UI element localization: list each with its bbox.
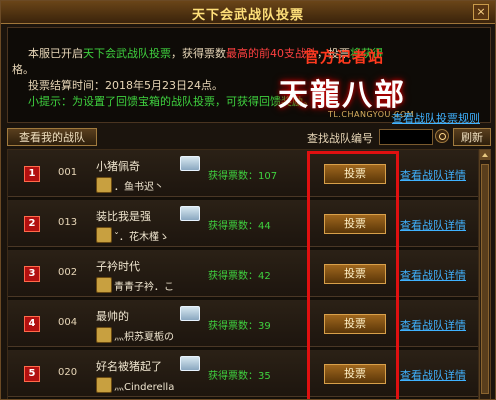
team-row: 2 013 装比我是强 ˇ．花木槿ゝ 获得票数：44 投票 查看战队详情 [8,200,478,247]
team-row: 3 002 子衿时代 青青子衿．こ 获得票数：42 投票 查看战队详情 [8,250,478,297]
vote-column-highlight [307,151,399,399]
team-number: 004 [58,317,78,328]
team-leader: ˇ．花木槿ゝ [114,232,169,243]
team-name: 最帅的 [96,310,129,323]
team-name: 小猪佩奇 [96,160,140,173]
settlement-time: 投票结算时间：2018年5月23日24点。 [28,79,223,92]
team-row: 4 004 最帅的 灬枳苏夏栀の 获得票数：39 投票 查看战队详情 [8,300,478,347]
vote-count: 获得票数：44 [208,221,271,232]
team-number: 001 [58,167,78,178]
view-my-team-button[interactable]: 查看我的战队 [7,128,97,146]
vote-window: 天下会武战队投票 × 本服已开启天下会武战队投票，获得票数最高的前40支战队，投… [0,0,496,400]
vote-count: 获得票数：35 [208,371,271,382]
team-detail-link[interactable]: 查看战队详情 [400,367,466,383]
rank-badge: 2 [24,216,40,232]
vote-count: 获得票数：42 [208,271,271,282]
announcement-event-name: 天下会武战队投票 [83,47,171,60]
rank-badge: 4 [24,316,40,332]
rank-badge: 1 [24,166,40,182]
team-leader: 青青子衿．こ [114,282,174,293]
leader-avatar-icon [96,177,112,193]
reward-chest-icon[interactable] [180,356,200,371]
team-number: 020 [58,367,78,378]
team-detail-link[interactable]: 查看战队详情 [400,267,466,283]
scrollbar[interactable] [479,149,491,399]
reward-chest-icon[interactable] [180,206,200,221]
toolbar: 查看我的战队 查找战队编号 刷新 [7,127,491,147]
rank-badge: 5 [24,366,40,382]
team-number: 013 [58,217,78,228]
find-team-label: 查找战队编号 [307,132,373,145]
team-number-input[interactable] [379,129,433,145]
team-detail-link[interactable]: 查看战队详情 [400,167,466,183]
team-leader: 灬枳苏夏栀の [114,332,174,343]
leader-avatar-icon [96,327,112,343]
close-button[interactable]: × [473,4,489,20]
announcement-line-tail: 格。 [12,63,34,76]
vote-rules-link[interactable]: 查看战队投票规则 [392,110,480,126]
window-title: 天下会武战队投票 [191,8,304,23]
search-icon[interactable] [435,129,449,143]
vote-count: 获得票数：107 [208,171,278,182]
reward-chest-icon[interactable] [180,156,200,171]
logo-title: 天龍八部 [278,78,406,113]
team-detail-link[interactable]: 查看战队详情 [400,217,466,233]
tip-text: 小提示：为设置了回馈宝箱的战队投票，可获得回馈奖励。 [28,95,314,108]
logo-stamp: 官方记者站 [304,48,385,66]
title-bar[interactable]: 天下会武战队投票 × [1,1,495,24]
leader-avatar-icon [96,277,112,293]
team-number: 002 [58,267,78,278]
announcement-text-c: ，获得票数 [171,47,226,60]
rank-badge: 3 [24,266,40,282]
scroll-up-arrow-icon[interactable] [480,150,490,160]
team-name: 好名被猪起了 [96,360,162,373]
leader-avatar-icon [96,227,112,243]
team-list: 1 001 小猪佩奇 ．鱼书迟丶 获得票数：107 投票 查看战队详情 2 01… [7,149,479,399]
team-name: 子衿时代 [96,260,140,273]
team-detail-link[interactable]: 查看战队详情 [400,317,466,333]
team-leader: 灬Cinderella [114,382,175,393]
team-leader: ．鱼书迟丶 [114,182,164,193]
info-panel: 本服已开启天下会武战队投票，获得票数最高的前40支战队，投票将获得 格。 投票结… [7,27,491,126]
refresh-button[interactable]: 刷新 [453,128,491,146]
vote-count: 获得票数：39 [208,321,271,332]
scroll-thumb[interactable] [481,164,489,394]
team-row: 5 020 好名被猪起了 灬Cinderella 获得票数：35 投票 查看战队… [8,350,478,397]
announcement-text-a: 本服已开启 [28,47,83,60]
reward-chest-icon[interactable] [180,306,200,321]
leader-avatar-icon [96,377,112,393]
team-name: 装比我是强 [96,210,151,223]
team-row: 1 001 小猪佩奇 ．鱼书迟丶 获得票数：107 投票 查看战队详情 [8,150,478,197]
